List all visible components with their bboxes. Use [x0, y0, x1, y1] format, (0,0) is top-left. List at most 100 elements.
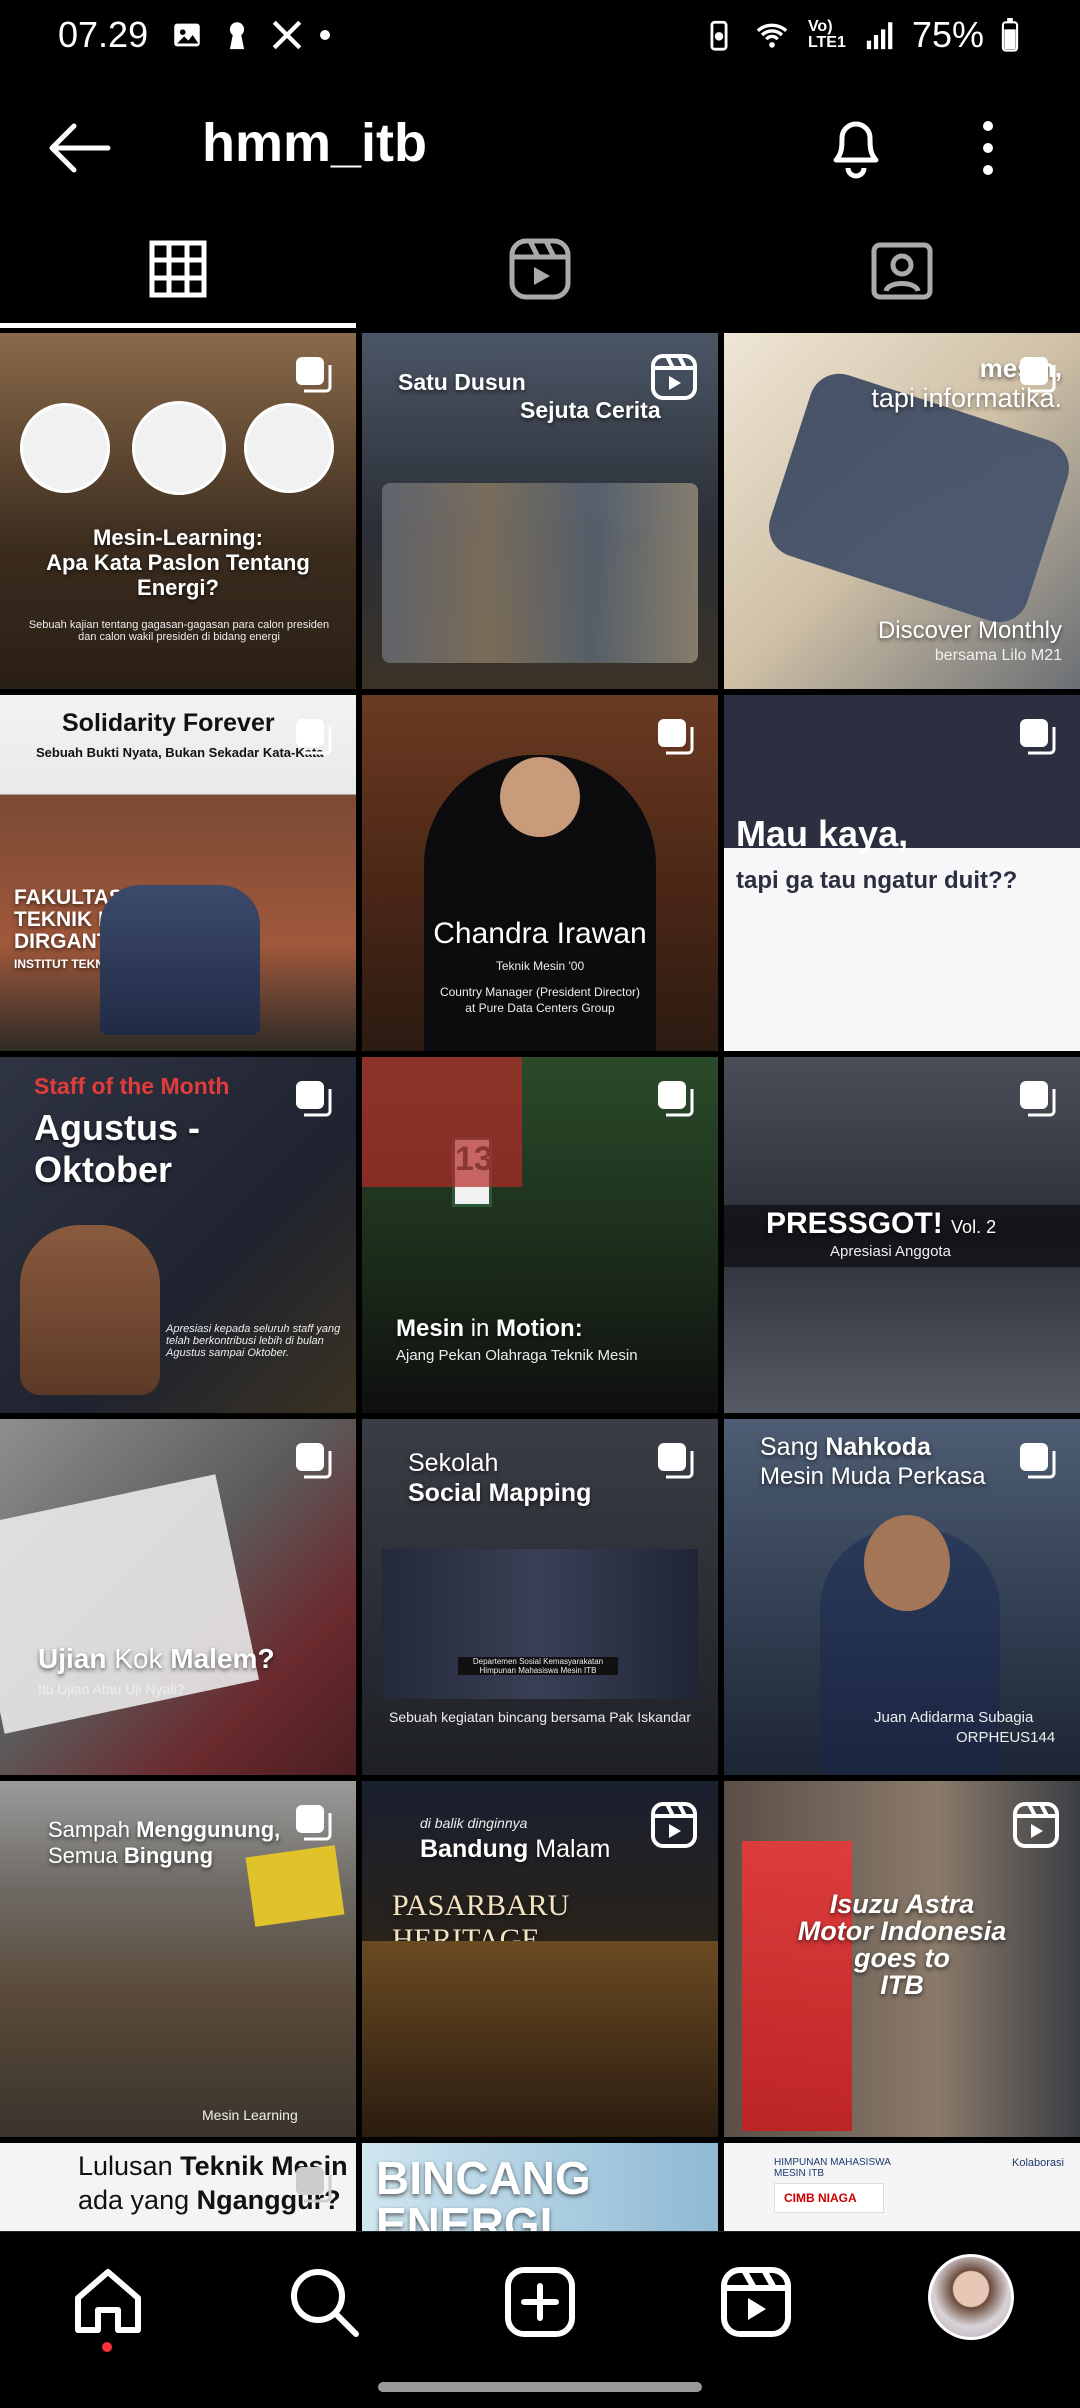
post-title-line: ITB: [880, 1970, 924, 2000]
home-indicator: [378, 2382, 702, 2392]
tab-posts[interactable]: [0, 210, 356, 328]
gallery-icon: [174, 23, 200, 47]
post-title-line: ENERGI: [376, 2198, 553, 2231]
post-tile[interactable]: Sekolah Social Mapping Departemen Sosial…: [362, 1419, 718, 1775]
signal-icon: [866, 22, 893, 50]
post-title-line: Mesin-Learning:: [93, 525, 263, 550]
carousel-icon: [1020, 1081, 1056, 1117]
search-icon[interactable]: [284, 2262, 364, 2342]
post-title-word: Malem: [170, 1643, 258, 1674]
carousel-icon: [658, 719, 694, 755]
post-tile[interactable]: Staff of the Month Agustus - Oktober Apr…: [0, 1057, 356, 1413]
post-subtitle: Country Manager (President Director): [439, 985, 641, 999]
post-subtitle: di balik dinginnya: [420, 1815, 528, 1831]
post-title-word: Sampah: [48, 1817, 130, 1842]
post-subtitle: Itu Ujian Atau Uji Nyali?: [38, 1681, 185, 1697]
post-caption: Apresiasi kepada seluruh staff yang tela…: [166, 1323, 341, 1359]
street-photo: [362, 1941, 718, 2137]
post-title-line: Mesin Muda Perkasa: [760, 1463, 986, 1490]
banner-text: Departemen Sosial Kemasyarakatan Himpuna…: [458, 1657, 618, 1675]
status-time: 07.29: [58, 14, 149, 55]
carousel-icon: [658, 1443, 694, 1479]
post-tile[interactable]: 13 Mesin in Motion: Ajang Pekan Olahraga…: [362, 1057, 718, 1413]
tab-tagged[interactable]: [724, 210, 1080, 328]
post-tile[interactable]: Ujian Kok Malem? Itu Ujian Atau Uji Nyal…: [0, 1419, 356, 1775]
post-tile[interactable]: Chandra Irawan Teknik Mesin '00 Country …: [362, 695, 718, 1051]
notification-dot: [102, 2342, 112, 2352]
post-title-line: Staff of the Month: [34, 1073, 230, 1099]
org-logo-text: HIMPUNAN MAHASISWA MESIN ITB: [774, 2157, 891, 2179]
post-tile[interactable]: Satu Dusun Sejuta Cerita: [362, 333, 718, 689]
candidate-portrait: [132, 401, 226, 495]
post-title-word: Sang: [760, 1433, 819, 1461]
post-tile[interactable]: PRESSGOT! Vol. 2 Apresiasi Anggota: [724, 1057, 1080, 1413]
dot-icon: [320, 30, 331, 40]
post-title-line: Discover Monthly: [877, 617, 1062, 644]
post-tile[interactable]: BINCANG ENERGI: [362, 2143, 718, 2231]
post-title-line: Motor Indonesia: [797, 1916, 1007, 1946]
post-tile[interactable]: Lulusan Teknik Mesin ada yang Nganggur?: [0, 2143, 356, 2231]
post-tile[interactable]: HIMPUNAN MAHASISWA MESIN ITB Kolaborasi …: [724, 2143, 1080, 2231]
home-icon[interactable]: [68, 2262, 148, 2342]
create-post-icon[interactable]: [500, 2262, 580, 2342]
battery-icon: [1001, 18, 1019, 52]
post-title-line: goes to: [853, 1943, 950, 1973]
candidate-portrait: [20, 403, 110, 493]
post-tile[interactable]: Sang Nahkoda Mesin Muda Perkasa Juan Adi…: [724, 1419, 1080, 1775]
carousel-icon: [1020, 719, 1056, 755]
bell-icon[interactable]: [824, 110, 888, 180]
post-tile[interactable]: Isuzu Astra Motor Indonesia goes to ITB: [724, 1781, 1080, 2137]
post-title-word: Mesin: [396, 1315, 465, 1342]
post-tile[interactable]: di balik dinginnya Bandung Malam PASARBA…: [362, 1781, 718, 2137]
posts-grid: Mesin-Learning: Apa Kata Paslon Tentang …: [0, 333, 1080, 2231]
carousel-icon: [296, 1805, 332, 1841]
post-title-line: Sekolah: [408, 1449, 499, 1477]
post-title-word: Menggunung,: [136, 1817, 281, 1842]
post-title-word: Nahkoda: [825, 1433, 931, 1461]
post-tile[interactable]: mesin, tapi informatika. Discover Monthl…: [724, 333, 1080, 689]
carousel-icon: [296, 2167, 332, 2203]
more-options-icon[interactable]: [968, 116, 1008, 180]
profile-username: hmm_itb: [202, 113, 428, 173]
post-title-line: Sejuta Cerita: [520, 397, 661, 423]
post-tile[interactable]: Sampah Menggunung, Semua Bingung Mesin L…: [0, 1781, 356, 2137]
post-tile[interactable]: Mau kaya, tapi ga tau ngatur duit??: [724, 695, 1080, 1051]
staff-photo: [20, 1225, 160, 1395]
profile-avatar[interactable]: [928, 2254, 1014, 2340]
tagged-person-icon: [871, 242, 933, 300]
post-title-line: Energi?: [137, 575, 219, 600]
post-title-line: Agustus -: [34, 1107, 200, 1148]
post-subtitle: Teknik Mesin '00: [495, 959, 585, 973]
post-title-word: ada yang: [78, 2185, 190, 2215]
network-label: Vo) LTE1: [807, 18, 846, 51]
status-bar: 07.29 Vo) LTE1 75%: [0, 0, 1080, 70]
carousel-icon: [296, 1443, 332, 1479]
collab-label: Kolaborasi: [1012, 2157, 1064, 2169]
wifi-icon: [756, 23, 788, 48]
tab-reels[interactable]: [362, 210, 718, 328]
keyhole-icon: [230, 22, 245, 50]
carousel-icon: [296, 719, 332, 755]
post-subtitle: at Pure Data Centers Group: [465, 1001, 615, 1015]
post-title-word: Bingung: [123, 1843, 214, 1868]
candidate-portrait: [244, 403, 334, 493]
post-tile[interactable]: Solidarity Forever Sebuah Bukti Nyata, B…: [0, 695, 356, 1051]
reels-icon: [651, 1802, 697, 1848]
post-caption: Sebuah kajian tentang gagasan-gagasan pa…: [28, 619, 330, 643]
post-caption: Sebuah kegiatan bincang bersama Pak Iska…: [389, 1709, 691, 1725]
post-title-word: Malam: [535, 1835, 611, 1863]
post-subtitle: Juan Adidarma Subagia: [874, 1709, 1034, 1726]
post-title-word: PRESSGOT!: [766, 1207, 943, 1240]
active-tab-indicator: [0, 323, 356, 328]
profile-tabs: [0, 210, 1080, 328]
reels-icon[interactable]: [716, 2262, 796, 2342]
profile-header: hmm_itb: [0, 90, 1080, 210]
post-title-word: in: [470, 1315, 490, 1342]
post-title-word: Vol. 2: [951, 1217, 997, 1237]
carousel-icon: [1020, 1443, 1056, 1479]
post-tile[interactable]: Mesin-Learning: Apa Kata Paslon Tentang …: [0, 333, 356, 689]
post-caption: Mesin Learning: [202, 2107, 298, 2123]
carousel-icon: [296, 357, 332, 393]
back-arrow-icon[interactable]: [44, 118, 114, 178]
post-subtitle: Sebuah Bukti Nyata, Bukan Sekadar Kata-K…: [36, 745, 324, 760]
